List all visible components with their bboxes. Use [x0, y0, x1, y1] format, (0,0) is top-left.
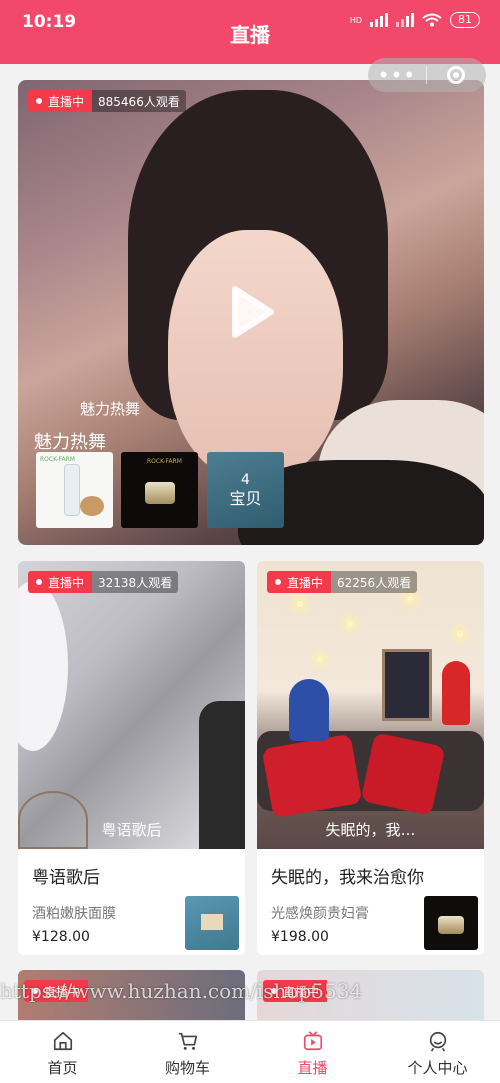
product-thumbnail[interactable]: ROCK-FARM	[121, 452, 198, 528]
nav-label: 首页	[47, 1059, 78, 1077]
nav-label: 购物车	[164, 1059, 210, 1077]
live-card[interactable]: 失眠的，我… 直播中 62256人观看 失眠的，我来治愈你 光感焕颜贵妇膏 ¥1…	[257, 561, 484, 955]
mini-program-capsule[interactable]: •••	[368, 58, 486, 92]
light-decor	[347, 621, 353, 627]
stream-caption: 魅力热舞	[80, 400, 141, 418]
live-badge: 直播中 62256人观看	[267, 571, 418, 593]
play-icon[interactable]	[219, 281, 281, 343]
product-count: 4	[241, 472, 250, 488]
product-brand: ROCK-FARM	[40, 456, 75, 463]
stream-title: 粤语歌后	[32, 868, 100, 888]
close-mini-program-button[interactable]	[427, 66, 485, 84]
toy-image	[442, 661, 470, 725]
live-label: 直播中	[48, 94, 85, 109]
live-dot-icon	[275, 579, 281, 585]
nav-label: 个人中心	[407, 1059, 468, 1077]
product-price: ¥198.00	[271, 929, 329, 945]
more-menu-icon[interactable]: •••	[368, 60, 426, 90]
page-title: 直播	[230, 23, 270, 47]
stream-caption: 失眠的，我…	[325, 821, 416, 839]
live-dot-icon	[36, 98, 42, 104]
live-card[interactable]: 粤语歌后 直播中 32138人观看 粤语歌后 酒粕嫩肤面膜 ¥128.00	[18, 561, 245, 955]
nav-item-profile[interactable]: 个人中心	[375, 1021, 500, 1083]
bottom-nav: 首页 购物车 直播 个人中心	[0, 1020, 500, 1083]
light-decor	[457, 631, 463, 637]
nav-item-live[interactable]: 直播	[250, 1021, 375, 1083]
stream-thumbnail: 失眠的，我…	[257, 561, 484, 849]
live-dot-icon	[36, 579, 42, 585]
light-decor	[317, 656, 323, 662]
product-box-image	[201, 914, 223, 930]
product-name: 光感焕颜贵妇膏	[271, 906, 369, 922]
wall-picture-image	[382, 649, 432, 721]
product-thumbnail[interactable]	[424, 896, 478, 950]
target-icon	[447, 66, 465, 84]
product-price: ¥128.00	[32, 929, 90, 945]
nav-item-home[interactable]: 首页	[0, 1021, 125, 1083]
streamer-face	[168, 230, 343, 480]
product-name: 酒粕嫩肤面膜	[32, 906, 116, 922]
decor-image	[18, 581, 68, 751]
live-icon	[303, 1031, 322, 1051]
product-brand: ROCK-FARM	[147, 458, 182, 465]
cream-jar-image	[438, 916, 464, 934]
live-label: 直播中	[287, 575, 324, 590]
nav-label: 直播	[297, 1059, 328, 1077]
stream-caption: 粤语歌后	[101, 821, 162, 839]
featured-live-card[interactable]: 直播中 885466人观看 魅力热舞 魅力热舞 ROCK-FARM ROCK-F…	[18, 80, 484, 545]
top-header: 10:19 HD 81 直播	[0, 0, 500, 64]
nav-item-cart[interactable]: 购物车	[125, 1021, 250, 1083]
coconut-image	[80, 496, 104, 516]
live-badge: 直播中 32138人观看	[28, 571, 179, 593]
viewer-count: 62256人观看	[331, 571, 418, 593]
stream-thumbnail: 粤语歌后	[18, 561, 245, 849]
user-icon	[429, 1031, 446, 1052]
cart-icon	[178, 1032, 197, 1050]
product-label: 宝贝	[229, 489, 262, 508]
pillow-image	[360, 732, 446, 816]
light-decor	[407, 596, 413, 602]
cream-jar-image	[145, 482, 175, 504]
viewer-count: 32138人观看	[92, 571, 179, 593]
live-badge: 直播中 885466人观看	[28, 90, 186, 112]
watermark-text: https://www.huzhan.com/ishop5534	[0, 979, 363, 1003]
live-label: 直播中	[48, 575, 85, 590]
product-thumbnail[interactable]	[185, 896, 239, 950]
stream-title: 失眠的，我来治愈你	[271, 868, 424, 888]
toy-image	[289, 679, 329, 741]
more-products-button[interactable]: 4 宝贝	[207, 452, 284, 528]
bottle-image	[64, 464, 80, 516]
viewer-count: 885466人观看	[92, 90, 186, 112]
stream-title: 魅力热舞	[34, 432, 106, 453]
light-decor	[297, 601, 303, 607]
home-icon	[53, 1031, 72, 1051]
product-thumbnail[interactable]: ROCK-FARM	[36, 452, 113, 528]
